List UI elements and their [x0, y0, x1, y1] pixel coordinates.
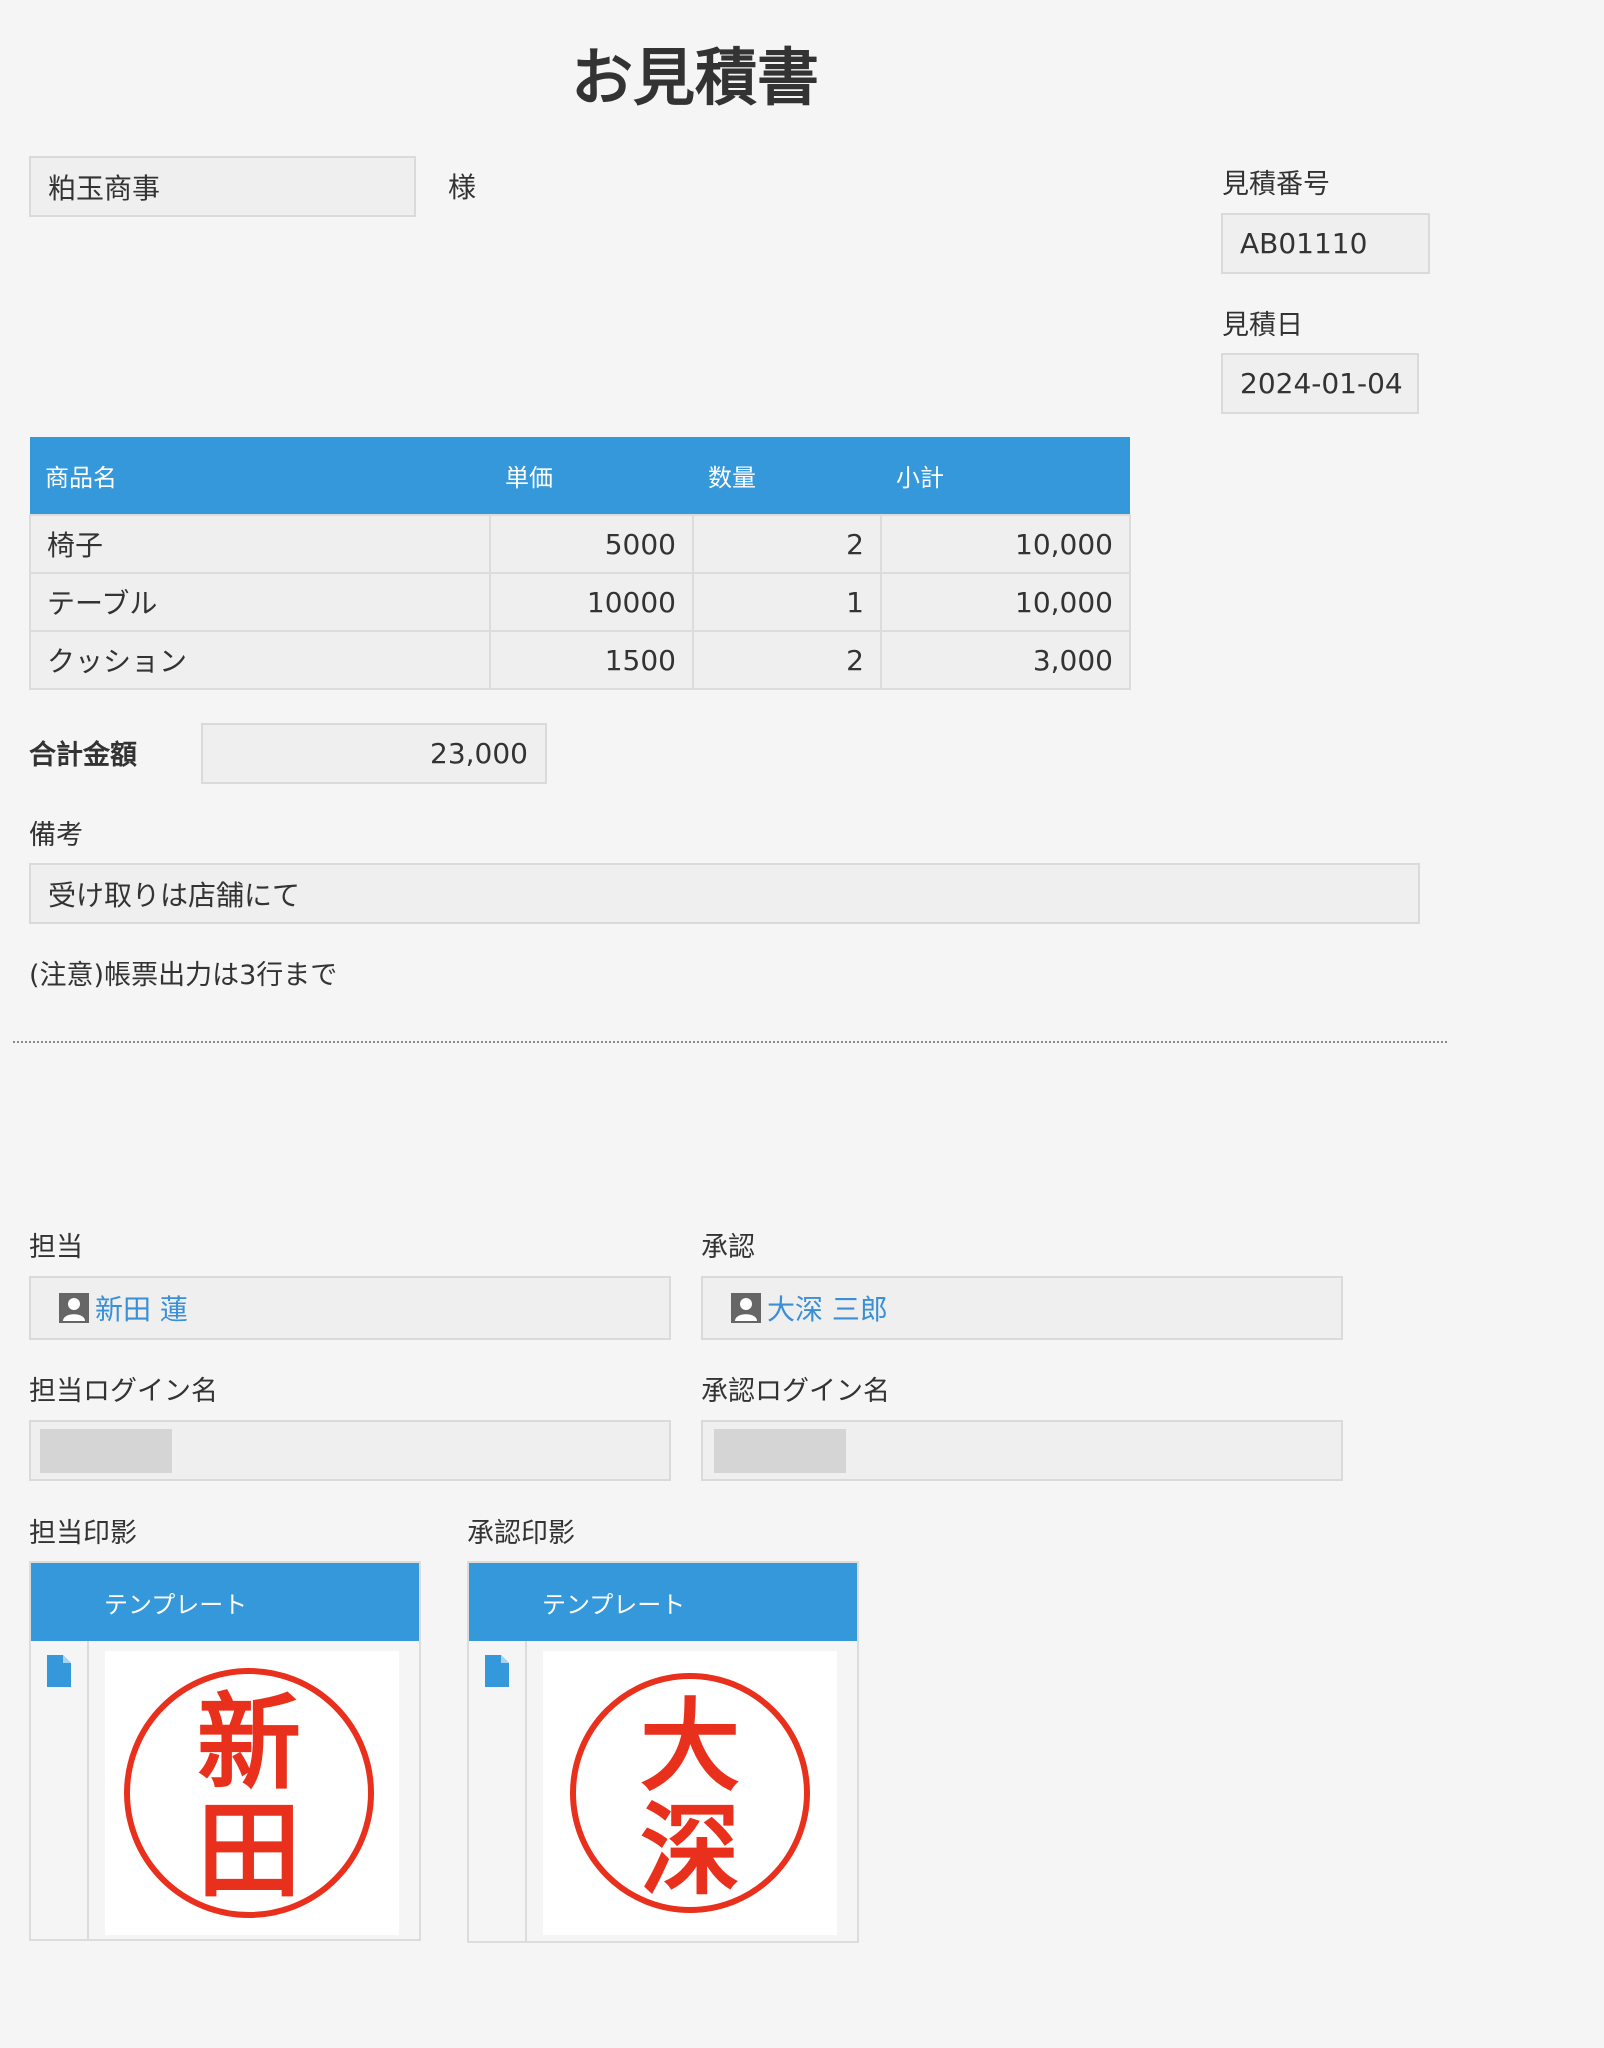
approver-field[interactable]: 大深 三郎 — [701, 1276, 1343, 1340]
total-field: 23,000 — [201, 723, 547, 784]
stamp-image-assignee[interactable]: 新 田 — [105, 1651, 399, 1935]
cell-quantity[interactable]: 2 — [692, 514, 882, 574]
column-header-unit-price: 単価 — [490, 437, 693, 515]
column-header-product: 商品名 — [30, 437, 490, 515]
cell-subtotal: 3,000 — [880, 630, 1131, 690]
cell-product[interactable]: テーブル — [29, 572, 491, 632]
approver-login-label: 承認ログイン名 — [701, 1376, 890, 1407]
quote-number-label: 見積番号 — [1222, 169, 1330, 200]
file-icon[interactable] — [47, 1655, 71, 1691]
total-label: 合計金額 — [29, 740, 137, 771]
approver-stamp-label: 承認印影 — [467, 1518, 575, 1549]
masked-value — [714, 1428, 846, 1473]
table-row: テーブル 10000 1 10,000 — [29, 572, 1131, 632]
stamp-char: 田 — [197, 1790, 301, 1912]
column-divider — [525, 1641, 527, 1941]
column-header-subtotal: 小計 — [881, 437, 1130, 515]
approver-login-field[interactable] — [701, 1420, 1343, 1481]
cell-unit-price[interactable]: 5000 — [489, 514, 694, 574]
assignee-stamp-label: 担当印影 — [29, 1518, 137, 1549]
approver-user-link[interactable]: 大深 三郎 — [767, 1288, 888, 1328]
stamp-table-header: テンプレート — [31, 1563, 419, 1641]
assignee-label: 担当 — [29, 1232, 83, 1263]
items-table: 商品名 単価 数量 小計 椅子 5000 2 10,000 テーブル 10000… — [29, 437, 1131, 690]
quote-date-field[interactable]: 2024-01-04 — [1221, 353, 1419, 414]
output-note: (注意)帳票出力は3行まで — [29, 960, 338, 991]
items-table-header-row: 商品名 単価 数量 小計 — [30, 437, 1130, 515]
cell-product[interactable]: クッション — [29, 630, 491, 690]
separator-line — [13, 1041, 1447, 1043]
cell-subtotal: 10,000 — [880, 572, 1131, 632]
assignee-login-label: 担当ログイン名 — [29, 1376, 218, 1407]
cell-product[interactable]: 椅子 — [29, 514, 491, 574]
stamp-char: 新 — [197, 1682, 301, 1804]
remarks-field[interactable]: 受け取りは店舗にて — [29, 863, 1420, 924]
cell-unit-price[interactable]: 10000 — [489, 572, 694, 632]
stamp-table-header: テンプレート — [469, 1563, 857, 1641]
quote-date-label: 見積日 — [1222, 310, 1303, 341]
assignee-user-link[interactable]: 新田 蓮 — [95, 1288, 188, 1328]
cell-quantity[interactable]: 2 — [692, 630, 882, 690]
page-title: お見積書 — [570, 41, 819, 114]
user-icon — [59, 1293, 89, 1323]
cell-subtotal: 10,000 — [880, 514, 1131, 574]
table-row: 椅子 5000 2 10,000 — [29, 514, 1131, 574]
user-icon — [731, 1293, 761, 1323]
cell-unit-price[interactable]: 1500 — [489, 630, 694, 690]
assignee-field[interactable]: 新田 蓮 — [29, 1276, 671, 1340]
stamp-table-row: 新 田 — [31, 1641, 419, 1941]
assignee-stamp-table: テンプレート 新 田 — [29, 1561, 421, 1941]
stamp-char: 大 — [640, 1688, 740, 1805]
approver-stamp-table: テンプレート 大 深 — [467, 1561, 859, 1943]
file-icon[interactable] — [485, 1655, 509, 1691]
stamp-table-row: 大 深 — [469, 1641, 857, 1941]
quote-number-field[interactable]: AB01110 — [1221, 213, 1430, 274]
assignee-login-field[interactable] — [29, 1420, 671, 1481]
column-header-quantity: 数量 — [693, 437, 881, 515]
column-divider — [87, 1641, 89, 1941]
approver-label: 承認 — [701, 1232, 755, 1263]
customer-name-field[interactable]: 粕玉商事 — [29, 156, 416, 217]
cell-quantity[interactable]: 1 — [692, 572, 882, 632]
stamp-char: 深 — [640, 1792, 740, 1909]
honorific-label: 様 — [448, 171, 477, 204]
table-row: クッション 1500 2 3,000 — [29, 630, 1131, 690]
stamp-image-approver[interactable]: 大 深 — [543, 1651, 837, 1935]
remarks-label: 備考 — [29, 820, 83, 851]
masked-value — [40, 1428, 172, 1473]
